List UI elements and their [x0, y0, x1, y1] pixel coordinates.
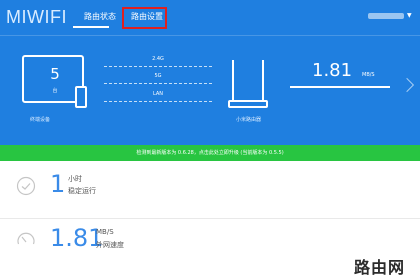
uptime-unit: 小时 — [68, 175, 82, 183]
watermark-text: 路由网 — [354, 258, 406, 277]
check-circle-icon — [16, 176, 36, 196]
active-tab-indicator — [73, 26, 109, 28]
dashboard-header: MIWIFI 路由状态 路由设置 ▼ 5 台 终端设备 2.4G 5G LAN … — [0, 0, 420, 145]
connection-label-lan: LAN — [152, 91, 164, 97]
highlight-annotation-box — [122, 7, 167, 29]
connection-line-lan — [104, 101, 212, 102]
internet-speed-unit: MB/S — [362, 72, 375, 78]
router-antenna-left — [232, 60, 234, 100]
user-account-menu[interactable] — [368, 13, 404, 19]
chevron-right-icon[interactable] — [399, 77, 415, 93]
top-nav-bar: MIWIFI 路由状态 路由设置 ▼ — [0, 0, 420, 36]
phone-icon — [75, 86, 87, 108]
router-caption: 小米路由器 — [236, 117, 262, 123]
stats-divider — [0, 218, 420, 219]
connection-label-5g: 5G — [154, 73, 162, 79]
connection-label-2-4g: 2.4G — [152, 56, 164, 62]
chevron-down-icon[interactable]: ▼ — [407, 12, 412, 19]
upgrade-notice-bar[interactable]: 检测到最新版本为 0.6.28，点击此处立即升级 (当前版本为 0.5.5) — [0, 145, 420, 161]
internet-speed-value: 1.81 — [312, 60, 353, 81]
speedometer-icon — [17, 232, 35, 245]
speed-stat-description: 外网速度 — [96, 241, 124, 249]
device-count: 5 — [50, 65, 60, 83]
router-antenna-right — [262, 60, 264, 100]
devices-caption: 终端设备 — [30, 117, 51, 123]
connection-line-2-4g — [104, 66, 212, 67]
tab-router-status[interactable]: 路由状态 — [84, 11, 116, 22]
uptime-value: 1 — [50, 170, 66, 198]
connection-line-5g — [104, 83, 212, 84]
upgrade-notice-text[interactable]: 检测到最新版本为 0.6.28，点击此处立即升级 (当前版本为 0.5.5) — [0, 149, 420, 156]
uptime-stat-row: 1 小时 稳定运行 — [0, 166, 420, 214]
router-icon[interactable] — [228, 60, 268, 108]
speed-stat-unit: MB/S — [96, 228, 114, 236]
miwifi-logo[interactable]: MIWIFI — [6, 7, 67, 28]
uptime-description: 稳定运行 — [68, 187, 96, 195]
router-body — [228, 100, 268, 108]
speed-underline — [290, 86, 390, 88]
